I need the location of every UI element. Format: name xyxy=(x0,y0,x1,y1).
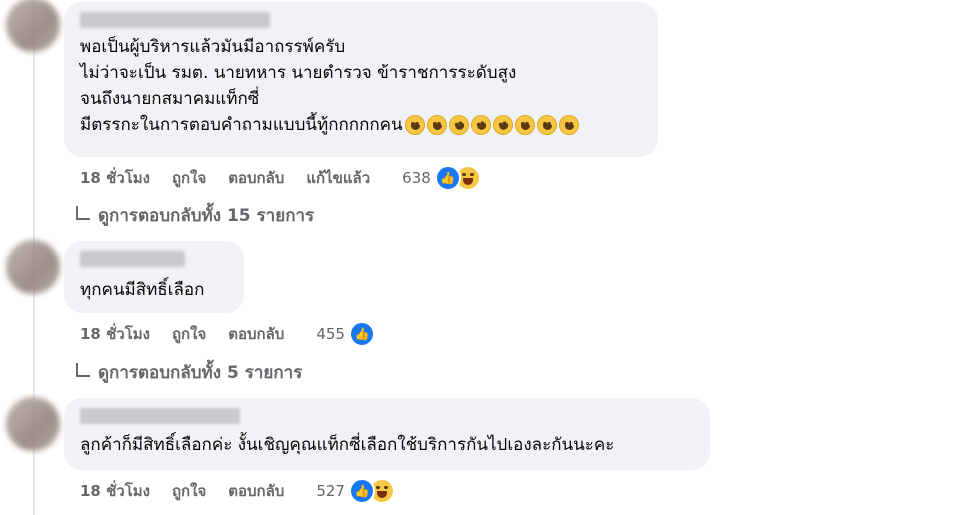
reaction-count[interactable]: 455 xyxy=(316,325,345,343)
reply-button[interactable]: ตอบกลับ xyxy=(228,479,284,503)
avatar[interactable] xyxy=(6,0,60,52)
comment-actions: 18 ชั่วโมง ถูกใจ ตอบกลับ 527 👍 xyxy=(80,478,395,504)
comment-actions: 18 ชั่วโมง ถูกใจ ตอบกลับ แก้ไขแล้ว 638 👍 xyxy=(80,165,481,191)
comment-bubble: ลูกค้าก็มีสิทธิ์เลือกค่ะ งั้นเชิญคุณแท็ก… xyxy=(64,398,710,470)
avatar[interactable] xyxy=(6,240,60,294)
edited-label[interactable]: แก้ไขแล้ว xyxy=(306,166,370,190)
grin-icon xyxy=(404,115,425,135)
laugh-icon xyxy=(558,115,579,135)
grin-icon xyxy=(426,115,447,135)
view-replies-link[interactable]: ดูการตอบกลับทั้ง 5 รายการ xyxy=(76,359,302,386)
author-name[interactable] xyxy=(80,251,185,267)
comment-actions: 18 ชั่วโมง ถูกใจ ตอบกลับ 455 👍 xyxy=(80,321,375,347)
laugh-icon xyxy=(514,115,535,135)
view-replies-link[interactable]: ดูการตอบกลับทั้ง 15 รายการ xyxy=(76,202,314,229)
timestamp-link[interactable]: 18 ชั่วโมง xyxy=(80,322,150,346)
reactions[interactable]: 👍 xyxy=(348,321,375,347)
like-button[interactable]: ถูกใจ xyxy=(172,166,206,190)
view-replies-label: ดูการตอบกลับทั้ง 15 รายการ xyxy=(98,206,315,226)
comment-bubble: ทุกคนมีสิทธิ์เลือก xyxy=(64,241,244,313)
reply-arrow-icon xyxy=(76,205,90,220)
reactions[interactable]: 👍 xyxy=(348,478,395,504)
comment-text: พอเป็นผู้บริหารแล้วมันมีอาถรรพ์ครับ ไม่ว… xyxy=(80,34,642,138)
like-icon: 👍 xyxy=(434,165,461,191)
laugh-icon xyxy=(536,115,557,135)
reactions[interactable]: 👍 xyxy=(434,165,481,191)
like-button[interactable]: ถูกใจ xyxy=(172,322,206,346)
timestamp-link[interactable]: 18 ชั่วโมง xyxy=(80,166,150,190)
comment-text: ลูกค้าก็มีสิทธิ์เลือกค่ะ งั้นเชิญคุณแท็ก… xyxy=(80,435,615,455)
reaction-count[interactable]: 638 xyxy=(402,169,431,187)
avatar[interactable] xyxy=(6,397,60,451)
comment-text: ทุกคนมีสิทธิ์เลือก xyxy=(80,280,205,300)
rofl-icon xyxy=(489,112,516,138)
rofl-icon xyxy=(467,112,494,138)
like-icon: 👍 xyxy=(348,478,375,504)
reply-button[interactable]: ตอบกลับ xyxy=(228,322,284,346)
emoji-row xyxy=(404,112,579,138)
reply-arrow-icon xyxy=(76,362,90,377)
like-button[interactable]: ถูกใจ xyxy=(172,479,206,503)
comment-bubble: พอเป็นผู้บริหารแล้วมันมีอาถรรพ์ครับ ไม่ว… xyxy=(64,2,658,157)
author-name[interactable] xyxy=(80,408,240,424)
reply-button[interactable]: ตอบกลับ xyxy=(228,166,284,190)
like-icon: 👍 xyxy=(348,321,375,347)
timestamp-link[interactable]: 18 ชั่วโมง xyxy=(80,479,150,503)
view-replies-label: ดูการตอบกลับทั้ง 5 รายการ xyxy=(98,363,303,383)
rofl-icon xyxy=(445,112,472,138)
reaction-count[interactable]: 527 xyxy=(316,482,345,500)
author-name[interactable] xyxy=(80,12,270,28)
